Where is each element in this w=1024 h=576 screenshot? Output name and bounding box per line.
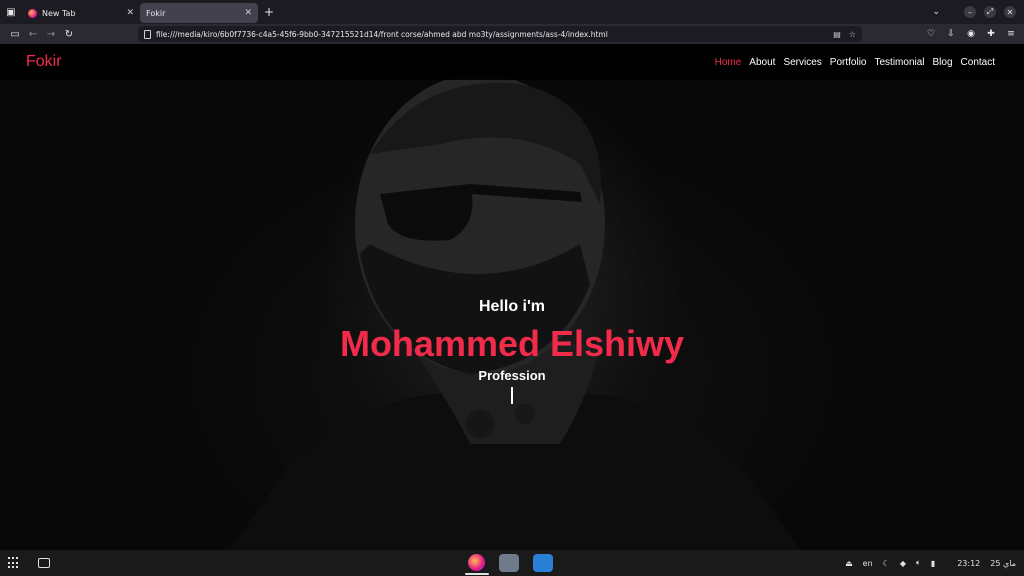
tab-label: Fokir — [146, 8, 166, 18]
account-icon[interactable]: ◉ — [964, 27, 978, 41]
reload-button[interactable]: ↻ — [60, 25, 78, 43]
wifi-icon[interactable]: ◆ — [900, 559, 906, 568]
nav-link-portfolio[interactable]: Portfolio — [830, 57, 867, 68]
close-window-button[interactable]: ✕ — [1004, 6, 1016, 18]
new-tab-button[interactable]: + — [258, 2, 280, 22]
file-manager-icon[interactable] — [499, 554, 519, 572]
forward-button[interactable]: → — [42, 25, 60, 43]
app-launcher-icon[interactable] — [8, 557, 20, 569]
tab-bar: ▣ New Tab ✕ Fokir ✕ + ⌄ – ⤢ ✕ — [0, 0, 1024, 24]
site-logo[interactable]: Fokir — [26, 53, 62, 71]
software-store-icon[interactable] — [533, 554, 553, 572]
nav-link-blog[interactable]: Blog — [933, 57, 953, 68]
nav-link-home[interactable]: Home — [715, 57, 742, 68]
web-page: Fokir Home About Services Portfolio Test… — [0, 44, 1024, 550]
system-tray: ⏏ en ☾ ◆ 🔈︎ ▮ 23:12 25 ماي — [845, 558, 1016, 568]
site-menu: Home About Services Portfolio Testimonia… — [715, 57, 998, 68]
tab-fokir[interactable]: Fokir ✕ — [140, 3, 258, 23]
hero-name: Mohammed Elshiwy — [339, 323, 685, 364]
page-icon — [144, 29, 151, 39]
close-icon[interactable]: ✕ — [244, 8, 252, 18]
navigation-bar: ▭ ← → ↻ file:///media/kiro/6b0f7736-c4a5… — [0, 24, 1024, 44]
firefox-taskbar-icon[interactable] — [468, 554, 485, 571]
taskbar: ⏏ en ☾ ◆ 🔈︎ ▮ 23:12 25 ماي — [0, 550, 1024, 576]
language-indicator[interactable]: en — [863, 559, 873, 568]
extensions-icon[interactable]: ✚ — [984, 27, 998, 41]
maximize-button[interactable]: ⤢ — [984, 6, 996, 18]
firefox-icon — [28, 8, 37, 18]
minimize-button[interactable]: – — [964, 6, 976, 18]
clock-date[interactable]: 25 ماي — [990, 559, 1016, 568]
sidebar-icon[interactable]: ▭ — [6, 25, 24, 43]
active-app-indicator — [465, 573, 489, 575]
tab-label: New Tab — [42, 8, 76, 18]
hero-text: Hello i'm Mohammed Elshiwy Profession — [0, 298, 1024, 408]
site-header: Fokir Home About Services Portfolio Test… — [0, 44, 1024, 80]
tab-list-icon[interactable]: ▣ — [0, 0, 22, 24]
typing-cursor — [511, 387, 513, 404]
nav-link-services[interactable]: Services — [783, 57, 821, 68]
nav-link-about[interactable]: About — [749, 57, 775, 68]
close-icon[interactable]: ✕ — [126, 8, 134, 18]
hero-greeting: Hello i'm — [478, 298, 546, 315]
volume-icon[interactable]: 🔈︎ — [916, 558, 921, 568]
url-text[interactable]: file:///media/kiro/6b0f7736-c4a5-45f6-9b… — [156, 30, 825, 39]
night-mode-icon[interactable]: ☾ — [883, 559, 890, 568]
downloads-icon[interactable]: ⇩ — [944, 27, 958, 41]
chevron-down-icon[interactable]: ⌄ — [932, 7, 940, 17]
tab-new-tab[interactable]: New Tab ✕ — [22, 3, 140, 23]
pocket-icon[interactable]: ♡ — [924, 27, 938, 41]
url-bar[interactable]: file:///media/kiro/6b0f7736-c4a5-45f6-9b… — [138, 26, 862, 42]
eject-icon[interactable]: ⏏ — [845, 559, 853, 568]
nav-link-contact[interactable]: Contact — [961, 57, 995, 68]
hero-profession: Profession — [478, 368, 546, 383]
menu-icon[interactable]: ≡ — [1004, 27, 1018, 41]
back-button[interactable]: ← — [24, 25, 42, 43]
battery-icon[interactable]: ▮ — [931, 559, 935, 568]
clock-time[interactable]: 23:12 — [957, 559, 980, 568]
reader-view-icon[interactable]: ▤ — [833, 30, 841, 39]
show-desktop-icon[interactable] — [38, 558, 50, 568]
nav-link-testimonial[interactable]: Testimonial — [874, 57, 924, 68]
hero-portrait-image — [0, 44, 1024, 550]
bookmark-star-icon[interactable]: ☆ — [849, 30, 856, 39]
